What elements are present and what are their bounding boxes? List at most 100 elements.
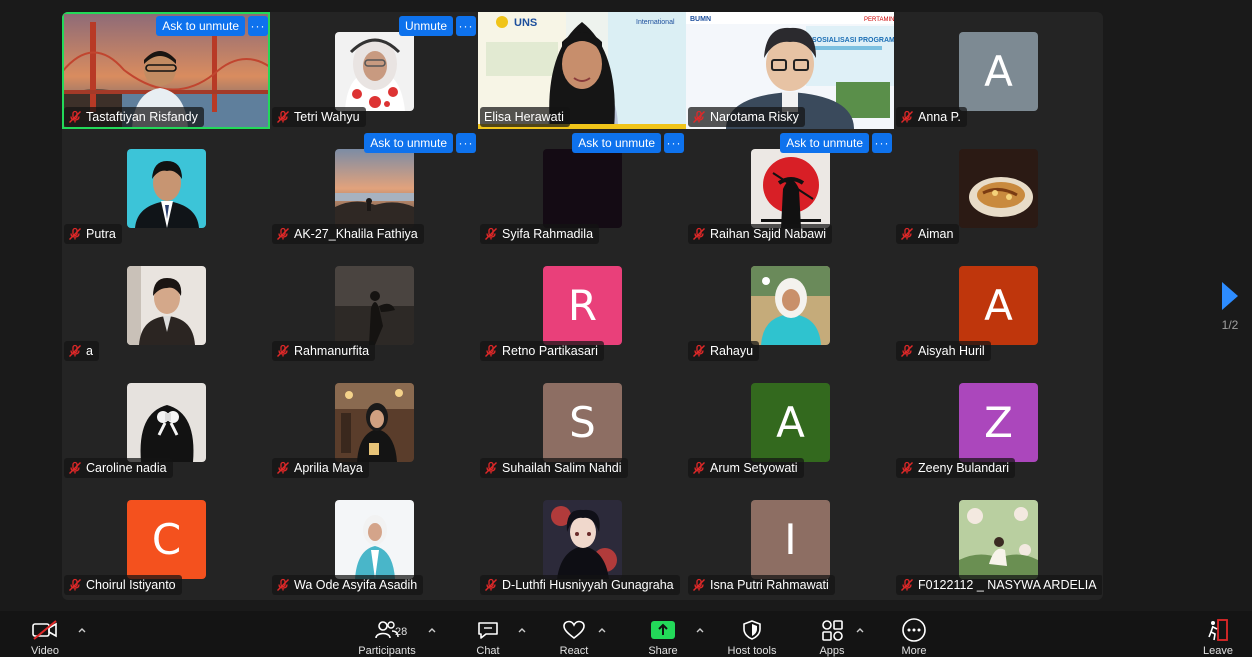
participant-tile-raihan-sajid-nabawi[interactable]: Raihan Sajid Nabawi Ask to unmute ··· (686, 129, 894, 246)
avatar-photo (335, 383, 414, 462)
react-label: React (559, 645, 589, 657)
avatar-photo (335, 266, 414, 345)
video-button[interactable]: Video (22, 611, 68, 657)
mic-muted-icon (692, 110, 706, 124)
participant-tile-choirul-istiyanto[interactable]: C Choirul Istiyanto (62, 480, 270, 597)
share-button[interactable]: Share (642, 611, 684, 657)
participant-name-tag: Zeeny Bulandari (896, 458, 1016, 478)
mic-muted-icon (692, 461, 706, 475)
mic-muted-icon (692, 227, 706, 241)
participant-name-tag: Suhailah Salim Nahdi (480, 458, 628, 478)
svg-text:International: International (636, 19, 675, 26)
participant-name-tag: Aiman (896, 224, 960, 244)
avatar-photo (127, 266, 206, 345)
participant-tile-zeeny-bulandari[interactable]: Z Zeeny Bulandari (894, 363, 1102, 480)
participant-name-tag: Rahmanurfita (272, 341, 376, 361)
svg-text:PERTAMINA: PERTAMINA (864, 17, 894, 23)
participant-tile-tastaftiyan-risfandy[interactable]: Tastaftiyan Risfandy Ask to unmute ··· (62, 12, 270, 129)
participant-name: Tetri Wahyu (294, 110, 360, 124)
participant-name: Arum Setyowati (710, 461, 798, 475)
avatar-letter: A (959, 32, 1038, 111)
mic-muted-icon (484, 227, 498, 241)
participant-tile-anna-p[interactable]: A Anna P. (894, 12, 1102, 129)
participant-name: Suhailah Salim Nahdi (502, 461, 622, 475)
participant-tile-putra[interactable]: Putra (62, 129, 270, 246)
participant-tile-ak-27-khalila-fathiya[interactable]: AK-27_Khalila Fathiya Ask to unmute ··· (270, 129, 478, 246)
ask-to-unmute-button[interactable]: Ask to unmute (780, 133, 869, 153)
participants-button[interactable]: Participants (344, 611, 430, 657)
participant-tile-retno-partikasari[interactable]: R Retno Partikasari (478, 246, 686, 363)
more-options-icon[interactable]: ··· (872, 133, 892, 153)
more-options-icon[interactable]: ··· (456, 133, 476, 153)
participant-tile-arum-setyowati[interactable]: A Arum Setyowati (686, 363, 894, 480)
chat-options-caret-icon[interactable] (517, 625, 527, 635)
participant-tile-rahmanurfita[interactable]: Rahmanurfita (270, 246, 478, 363)
participant-tile-isna-putri-rahmawati[interactable]: I Isna Putri Rahmawati (686, 480, 894, 597)
host-tools-label: Host tools (727, 645, 777, 657)
avatar-photo (751, 266, 830, 345)
participant-tile-a[interactable]: a (62, 246, 270, 363)
participant-tile-f0122112-nasywa-ardelia[interactable]: F0122112 _ NASYWA ARDELIA (894, 480, 1102, 597)
tile-controls: Ask to unmute ··· (156, 16, 268, 36)
ask-to-unmute-button[interactable]: Ask to unmute (572, 133, 661, 153)
avatar-letter: I (751, 500, 830, 579)
ask-to-unmute-button[interactable]: Ask to unmute (156, 16, 245, 36)
avatar-photo (959, 149, 1038, 228)
leave-button[interactable]: Leave (1196, 611, 1240, 657)
mic-muted-icon (484, 344, 498, 358)
video-gallery: Tastaftiyan Risfandy Ask to unmute ··· Tetr… (62, 12, 1103, 600)
share-options-caret-icon[interactable] (695, 625, 705, 635)
react-options-caret-icon[interactable] (597, 625, 607, 635)
participant-name: Retno Partikasari (502, 344, 598, 358)
mic-muted-icon (276, 578, 290, 592)
mic-muted-icon (484, 578, 498, 592)
more-options-icon[interactable]: ··· (664, 133, 684, 153)
mic-muted-icon (68, 227, 82, 241)
mic-muted-icon (692, 344, 706, 358)
more-options-icon[interactable]: ··· (456, 16, 476, 36)
avatar-photo (127, 149, 206, 228)
participant-name: Putra (86, 227, 116, 241)
more-dots-icon (901, 617, 927, 643)
participant-tile-elisa-herawati[interactable]: UNS International Elisa Herawati (478, 12, 686, 129)
chat-icon (476, 617, 500, 643)
host-tools-button[interactable]: Host tools (722, 611, 782, 657)
participant-name: Narotama Risky (710, 110, 799, 124)
apps-button[interactable]: Apps (812, 611, 852, 657)
svg-text:UNS: UNS (514, 17, 537, 29)
participant-name: Elisa Herawati (484, 110, 564, 124)
participant-tile-aiman[interactable]: Aiman (894, 129, 1102, 246)
participant-tile-d-luthfi-husniyyah-gunagraha[interactable]: D-Luthfi Husniyyah Gunagraha (478, 480, 686, 597)
participant-tile-wa-ode-asyifa-asadih[interactable]: Wa Ode Asyifa Asadih (270, 480, 478, 597)
next-page-button[interactable]: 1/2 (1208, 262, 1252, 352)
mic-muted-icon (484, 461, 498, 475)
video-label: Video (31, 645, 59, 657)
mic-muted-icon (692, 578, 706, 592)
video-options-caret-icon[interactable] (77, 625, 87, 635)
apps-icon (820, 617, 844, 643)
more-options-icon[interactable]: ··· (248, 16, 268, 36)
apps-options-caret-icon[interactable] (855, 625, 865, 635)
participant-tile-aisyah-huril[interactable]: A Aisyah Huril (894, 246, 1102, 363)
participant-tile-suhailah-salim-nahdi[interactable]: S Suhailah Salim Nahdi (478, 363, 686, 480)
mic-muted-icon (68, 110, 82, 124)
mic-muted-icon (900, 461, 914, 475)
participant-tile-tetri-wahyu[interactable]: Tetri Wahyu Unmute ··· (270, 12, 478, 129)
participant-tile-rahayu[interactable]: Rahayu (686, 246, 894, 363)
participant-tile-syifa-rahmadila[interactable]: Syifa Rahmadila Ask to unmute ··· (478, 129, 686, 246)
participant-tile-aprilia-maya[interactable]: Aprilia Maya (270, 363, 478, 480)
more-button[interactable]: More (894, 611, 934, 657)
participant-tile-narotama-risky[interactable]: BUMN PERTAMINA SOSIALISASI PROGRAM Narotama… (686, 12, 894, 129)
unmute-button[interactable]: Unmute (398, 16, 453, 36)
meeting-toolbar: Video Participants 28 Chat React Share H… (0, 611, 1252, 657)
participants-options-caret-icon[interactable] (427, 625, 437, 635)
participant-name-tag: Arum Setyowati (688, 458, 804, 478)
share-label: Share (648, 645, 678, 657)
participant-name-tag: Tetri Wahyu (272, 107, 366, 127)
chat-button[interactable]: Chat (468, 611, 508, 657)
react-button[interactable]: React (552, 611, 596, 657)
participant-tile-caroline-nadia[interactable]: Caroline nadia (62, 363, 270, 480)
participant-name: F0122112 _ NASYWA ARDELIA (918, 578, 1097, 592)
ask-to-unmute-button[interactable]: Ask to unmute (364, 133, 453, 153)
participant-name-tag: AK-27_Khalila Fathiya (272, 224, 424, 244)
